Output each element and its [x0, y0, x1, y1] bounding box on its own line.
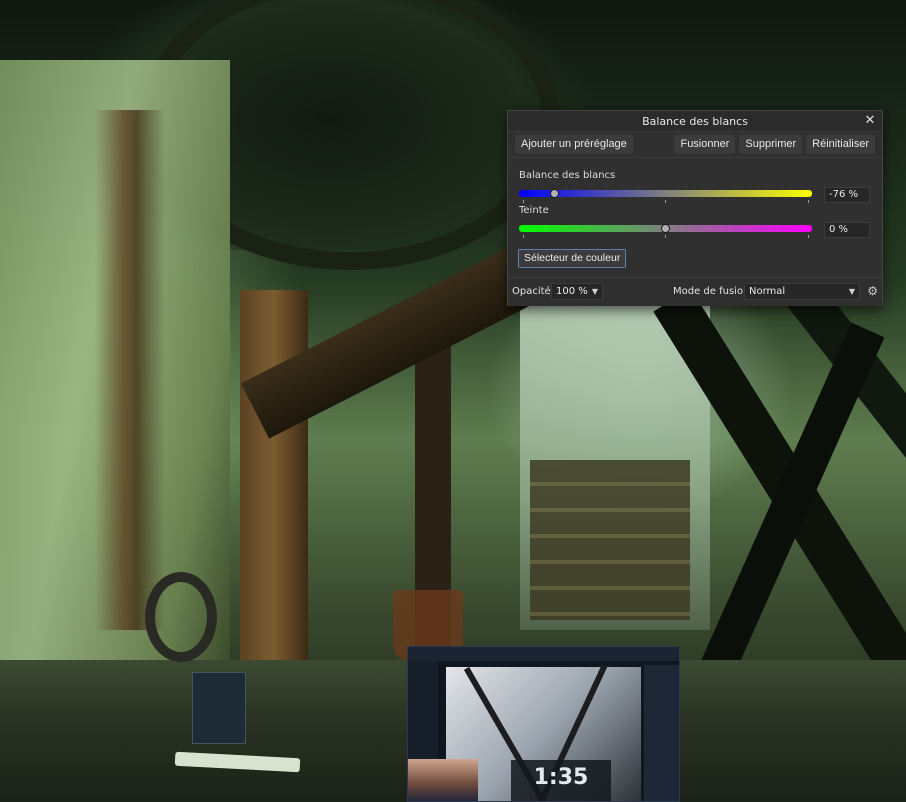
delete-button[interactable]: Supprimer	[739, 135, 803, 154]
stacked-crates	[530, 460, 690, 620]
panel-title: Balance des blancs	[642, 114, 748, 128]
white-balance-slider-handle[interactable]	[549, 189, 559, 198]
opacity-value: 100 %	[556, 286, 588, 297]
merge-button[interactable]: Fusionner	[674, 135, 736, 154]
tint-slider-handle[interactable]	[661, 224, 670, 233]
thumbnail-toolbar	[408, 647, 679, 661]
box	[192, 672, 246, 744]
reset-button[interactable]: Réinitialiser	[806, 135, 875, 154]
slider-tick	[808, 200, 809, 203]
tint-value-field[interactable]: 0 %	[824, 222, 870, 238]
slider-tick	[665, 200, 666, 203]
panel-footer: Opacité: 100 % ▼ Mode de fusion: Normal …	[508, 277, 882, 306]
opacity-label: Opacité:	[512, 286, 555, 297]
white-balance-value-field[interactable]: -76 %	[824, 187, 870, 203]
slider-tick	[523, 235, 524, 238]
color-picker-button[interactable]: Sélecteur de couleur	[518, 249, 627, 268]
webcam-feed	[408, 759, 478, 801]
tint-slider[interactable]	[519, 224, 812, 233]
small-wheel	[145, 572, 217, 662]
gear-icon[interactable]: ⚙	[867, 284, 878, 298]
wall-stain	[95, 110, 165, 630]
slider-tick	[523, 200, 524, 203]
close-icon[interactable]: ✕	[862, 112, 878, 129]
add-preset-button[interactable]: Ajouter un préréglage	[515, 135, 633, 154]
video-thumbnail[interactable]: 1:35	[407, 646, 680, 802]
wooden-post	[240, 290, 308, 670]
slider-tick	[665, 235, 666, 238]
slider-tick	[808, 235, 809, 238]
opacity-dropdown[interactable]: 100 % ▼	[551, 283, 603, 300]
panel-toolbar: Ajouter un préréglage Fusionner Supprime…	[508, 132, 882, 158]
thumbnail-panel	[644, 665, 679, 801]
timer: 1:35	[533, 765, 589, 790]
blend-mode-label: Mode de fusion:	[673, 286, 753, 297]
white-balance-label: Balance des blancs	[519, 170, 616, 181]
chevron-down-icon: ▼	[848, 287, 855, 296]
blend-mode-value: Normal	[749, 286, 786, 297]
white-balance-panel: Balance des blancs ✕ Ajouter un prérégla…	[507, 110, 883, 306]
chevron-down-icon: ▼	[591, 287, 598, 296]
panel-titlebar[interactable]: Balance des blancs ✕	[508, 111, 882, 132]
white-balance-slider[interactable]	[519, 189, 812, 198]
blend-mode-dropdown[interactable]: Normal ▼	[744, 283, 860, 300]
tint-label: Teinte	[519, 205, 549, 216]
